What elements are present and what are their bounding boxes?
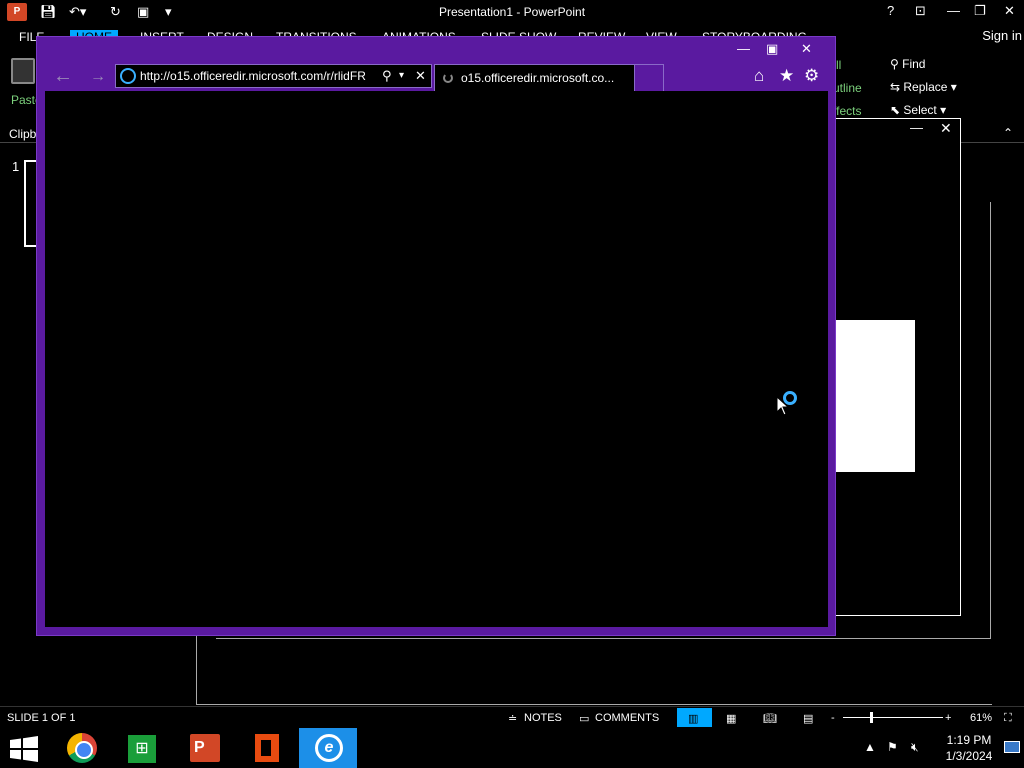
ie-minimize-button[interactable]: —: [737, 41, 750, 56]
zoom-in-button[interactable]: +: [945, 712, 951, 724]
binoculars-icon: ⚲: [890, 57, 903, 71]
slideshow-view-icon[interactable]: ▤: [803, 712, 813, 725]
zoom-slider-thumb[interactable]: [870, 712, 873, 723]
pointer-icon: ⬉: [890, 103, 904, 117]
settings-gear-icon[interactable]: ⚙: [804, 66, 819, 86]
sign-in-link[interactable]: Sign in: [982, 28, 1022, 43]
zoom-level[interactable]: 61%: [970, 712, 992, 724]
replace-icon: ⇆: [890, 80, 904, 94]
dialog-close-button[interactable]: ✕: [940, 120, 952, 137]
shape-outline-fragment[interactable]: utline: [833, 81, 862, 95]
show-desktop-icon[interactable]: [1004, 741, 1020, 753]
comments-icon[interactable]: ▭: [579, 712, 589, 725]
paste-icon[interactable]: [11, 58, 35, 84]
zoom-slider[interactable]: [843, 717, 943, 718]
replace-label: Replace: [903, 80, 948, 94]
fit-slide-icon[interactable]: ⛶: [1004, 712, 1012, 725]
dialog-minimize-button[interactable]: —: [910, 120, 923, 135]
search-icon[interactable]: ⚲: [382, 68, 392, 84]
restore-button[interactable]: ❐: [974, 3, 986, 19]
comments-button[interactable]: COMMENTS: [595, 712, 659, 724]
taskbar-internet-explorer[interactable]: e: [299, 728, 357, 768]
clipboard-group-label: Clipb: [9, 127, 37, 141]
browser-content-area[interactable]: [45, 91, 828, 627]
office-icon: [255, 734, 279, 762]
window-title: Presentation1 - PowerPoint: [438, 5, 586, 19]
dialog-content-panel: [836, 320, 915, 472]
taskbar-office[interactable]: [238, 728, 296, 768]
background-dialog: — ✕: [833, 118, 961, 616]
forward-arrow-icon[interactable]: →: [90, 68, 106, 86]
stop-icon[interactable]: ✕: [415, 68, 426, 84]
background-dialog-titlebar: — ✕: [834, 119, 960, 141]
internet-explorer-icon: e: [315, 734, 343, 762]
zoom-out-button[interactable]: -: [831, 712, 835, 724]
clock-time: 1:19 PM: [946, 733, 992, 747]
find-label: Find: [902, 57, 926, 71]
show-hidden-icons-icon[interactable]: ▲: [864, 740, 876, 754]
replace-button[interactable]: ⇆ Replace ▾: [890, 80, 957, 94]
shape-effects-fragment[interactable]: ffects: [833, 104, 861, 118]
status-bar: SLIDE 1 OF 1 ≐ NOTES ▭ COMMENTS ▥ ▦ 📖︎ ▤…: [0, 706, 1024, 728]
select-label: Select: [903, 103, 937, 117]
taskbar-powerpoint[interactable]: P: [176, 728, 234, 768]
slide-thumbnail-number: 1: [12, 159, 20, 174]
close-button[interactable]: ✕: [1004, 3, 1015, 19]
powerpoint-title-bar: P 💾︎ ↶▾ ↻ ▣ ▾ Presentation1 - PowerPoint…: [0, 0, 1024, 25]
busy-indicator-icon: [783, 391, 797, 405]
ie-page-icon: [120, 68, 136, 84]
back-arrow-icon[interactable]: ←: [53, 65, 73, 88]
loading-spinner-icon: [443, 73, 453, 83]
volume-muted-icon[interactable]: 🔇︎: [911, 740, 919, 755]
shape-fill-fragment[interactable]: ll: [836, 58, 841, 72]
clock-date: 1/3/2024: [945, 749, 993, 763]
taskbar-chrome[interactable]: [51, 728, 109, 768]
collapse-ribbon-icon[interactable]: ⌃: [1003, 126, 1013, 140]
taskbar-store[interactable]: ⊞: [113, 728, 171, 768]
ie-maximize-button[interactable]: ▣: [766, 41, 778, 57]
chrome-icon: [67, 733, 97, 763]
favorites-star-icon[interactable]: ★: [779, 66, 794, 86]
windows-taskbar: ⊞ P e ▲ ⚑ 🔇︎ 1:19 PM 1/3/2024: [0, 728, 1024, 768]
notes-icon[interactable]: ≐: [508, 712, 517, 725]
browser-tab[interactable]: o15.officeredir.microsoft.co...: [434, 64, 635, 91]
address-dropdown-icon[interactable]: ▾: [399, 70, 404, 81]
internet-explorer-window: — ▣ ✕ ← → http://o15.officeredir.microso…: [36, 36, 836, 636]
select-button[interactable]: ⬉ Select ▾: [890, 103, 946, 117]
new-tab-button[interactable]: [635, 64, 664, 91]
action-center-flag-icon[interactable]: ⚑: [887, 740, 898, 754]
normal-view-icon: ▥: [688, 713, 699, 725]
find-button[interactable]: ⚲ Find: [890, 57, 925, 71]
slide-sorter-icon[interactable]: ▦: [726, 712, 736, 725]
reading-view-icon[interactable]: 📖︎: [763, 712, 777, 725]
home-icon[interactable]: ⌂: [754, 66, 764, 86]
slide-counter: SLIDE 1 OF 1: [7, 712, 76, 724]
tab-title: o15.officeredir.microsoft.co...: [461, 71, 615, 85]
system-clock[interactable]: 1:19 PM 1/3/2024: [940, 732, 998, 764]
notes-button[interactable]: NOTES: [524, 712, 562, 724]
slide-edge-right: [990, 202, 991, 639]
ie-close-button[interactable]: ✕: [801, 41, 812, 57]
slide-edge: [216, 638, 991, 639]
help-icon[interactable]: ?: [887, 3, 894, 18]
powerpoint-icon: P: [190, 734, 220, 762]
store-icon: ⊞: [128, 735, 156, 763]
address-bar[interactable]: http://o15.officeredir.microsoft.com/r/r…: [115, 64, 432, 88]
windows-start-icon[interactable]: [10, 736, 38, 762]
ribbon-display-icon[interactable]: ⊡: [915, 3, 926, 19]
address-url[interactable]: http://o15.officeredir.microsoft.com/r/r…: [140, 69, 378, 83]
minimize-button[interactable]: —: [947, 3, 960, 18]
